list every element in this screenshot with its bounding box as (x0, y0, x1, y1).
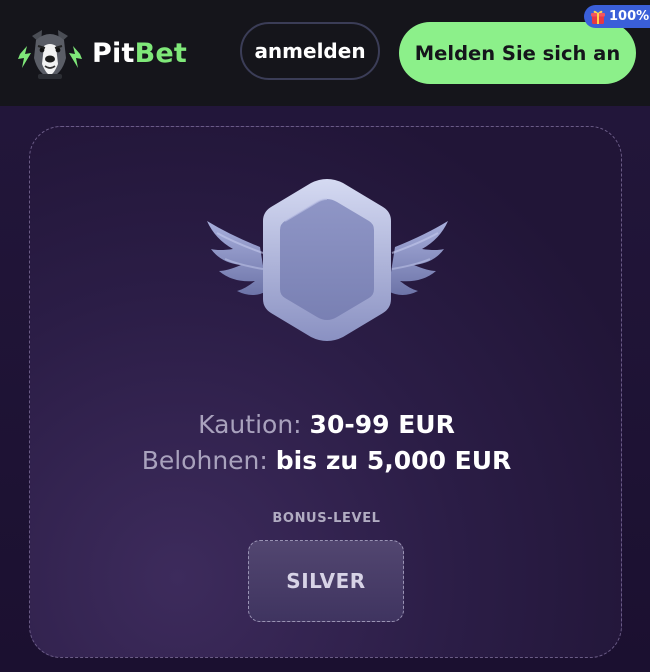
reward-value: bis zu 5,000 EUR (275, 446, 512, 475)
deposit-value: 30-99 EUR (309, 410, 455, 439)
left-wing-icon (207, 221, 267, 295)
bonus-level-title: BONUS-LEVEL (272, 511, 381, 526)
deposit-label: Kaution: (198, 410, 302, 439)
zoom-badge[interactable]: 100% (584, 5, 650, 28)
reward-label: Belohnen: (141, 446, 268, 475)
gift-icon (591, 10, 605, 24)
main-content: Kaution: 30-99 EUR Belohnen: bis zu 5,00… (0, 106, 650, 672)
brand-logo[interactable]: PitBet (14, 24, 187, 82)
top-navigation-bar: PitBet anmelden Melden Sie sich an 100% (0, 0, 650, 106)
brand-name-prefix: Pit (92, 37, 135, 69)
brand-name-suffix: Bet (134, 37, 187, 69)
brand-name: PitBet (92, 38, 187, 69)
pitbull-logo-icon (18, 30, 82, 79)
reward-line: Belohnen: bis zu 5,000 EUR (30, 443, 623, 479)
login-button[interactable]: anmelden (240, 22, 380, 80)
bonus-level-card: Kaution: 30-99 EUR Belohnen: bis zu 5,00… (29, 126, 622, 658)
silver-badge-icon (207, 179, 448, 341)
bonus-level-badge: SILVER (248, 540, 404, 622)
deposit-line: Kaution: 30-99 EUR (30, 407, 623, 443)
reward-info: Kaution: 30-99 EUR Belohnen: bis zu 5,00… (30, 407, 623, 479)
right-wing-icon (388, 221, 448, 295)
zoom-level-text: 100% (609, 9, 650, 24)
register-button[interactable]: Melden Sie sich an (399, 22, 636, 84)
